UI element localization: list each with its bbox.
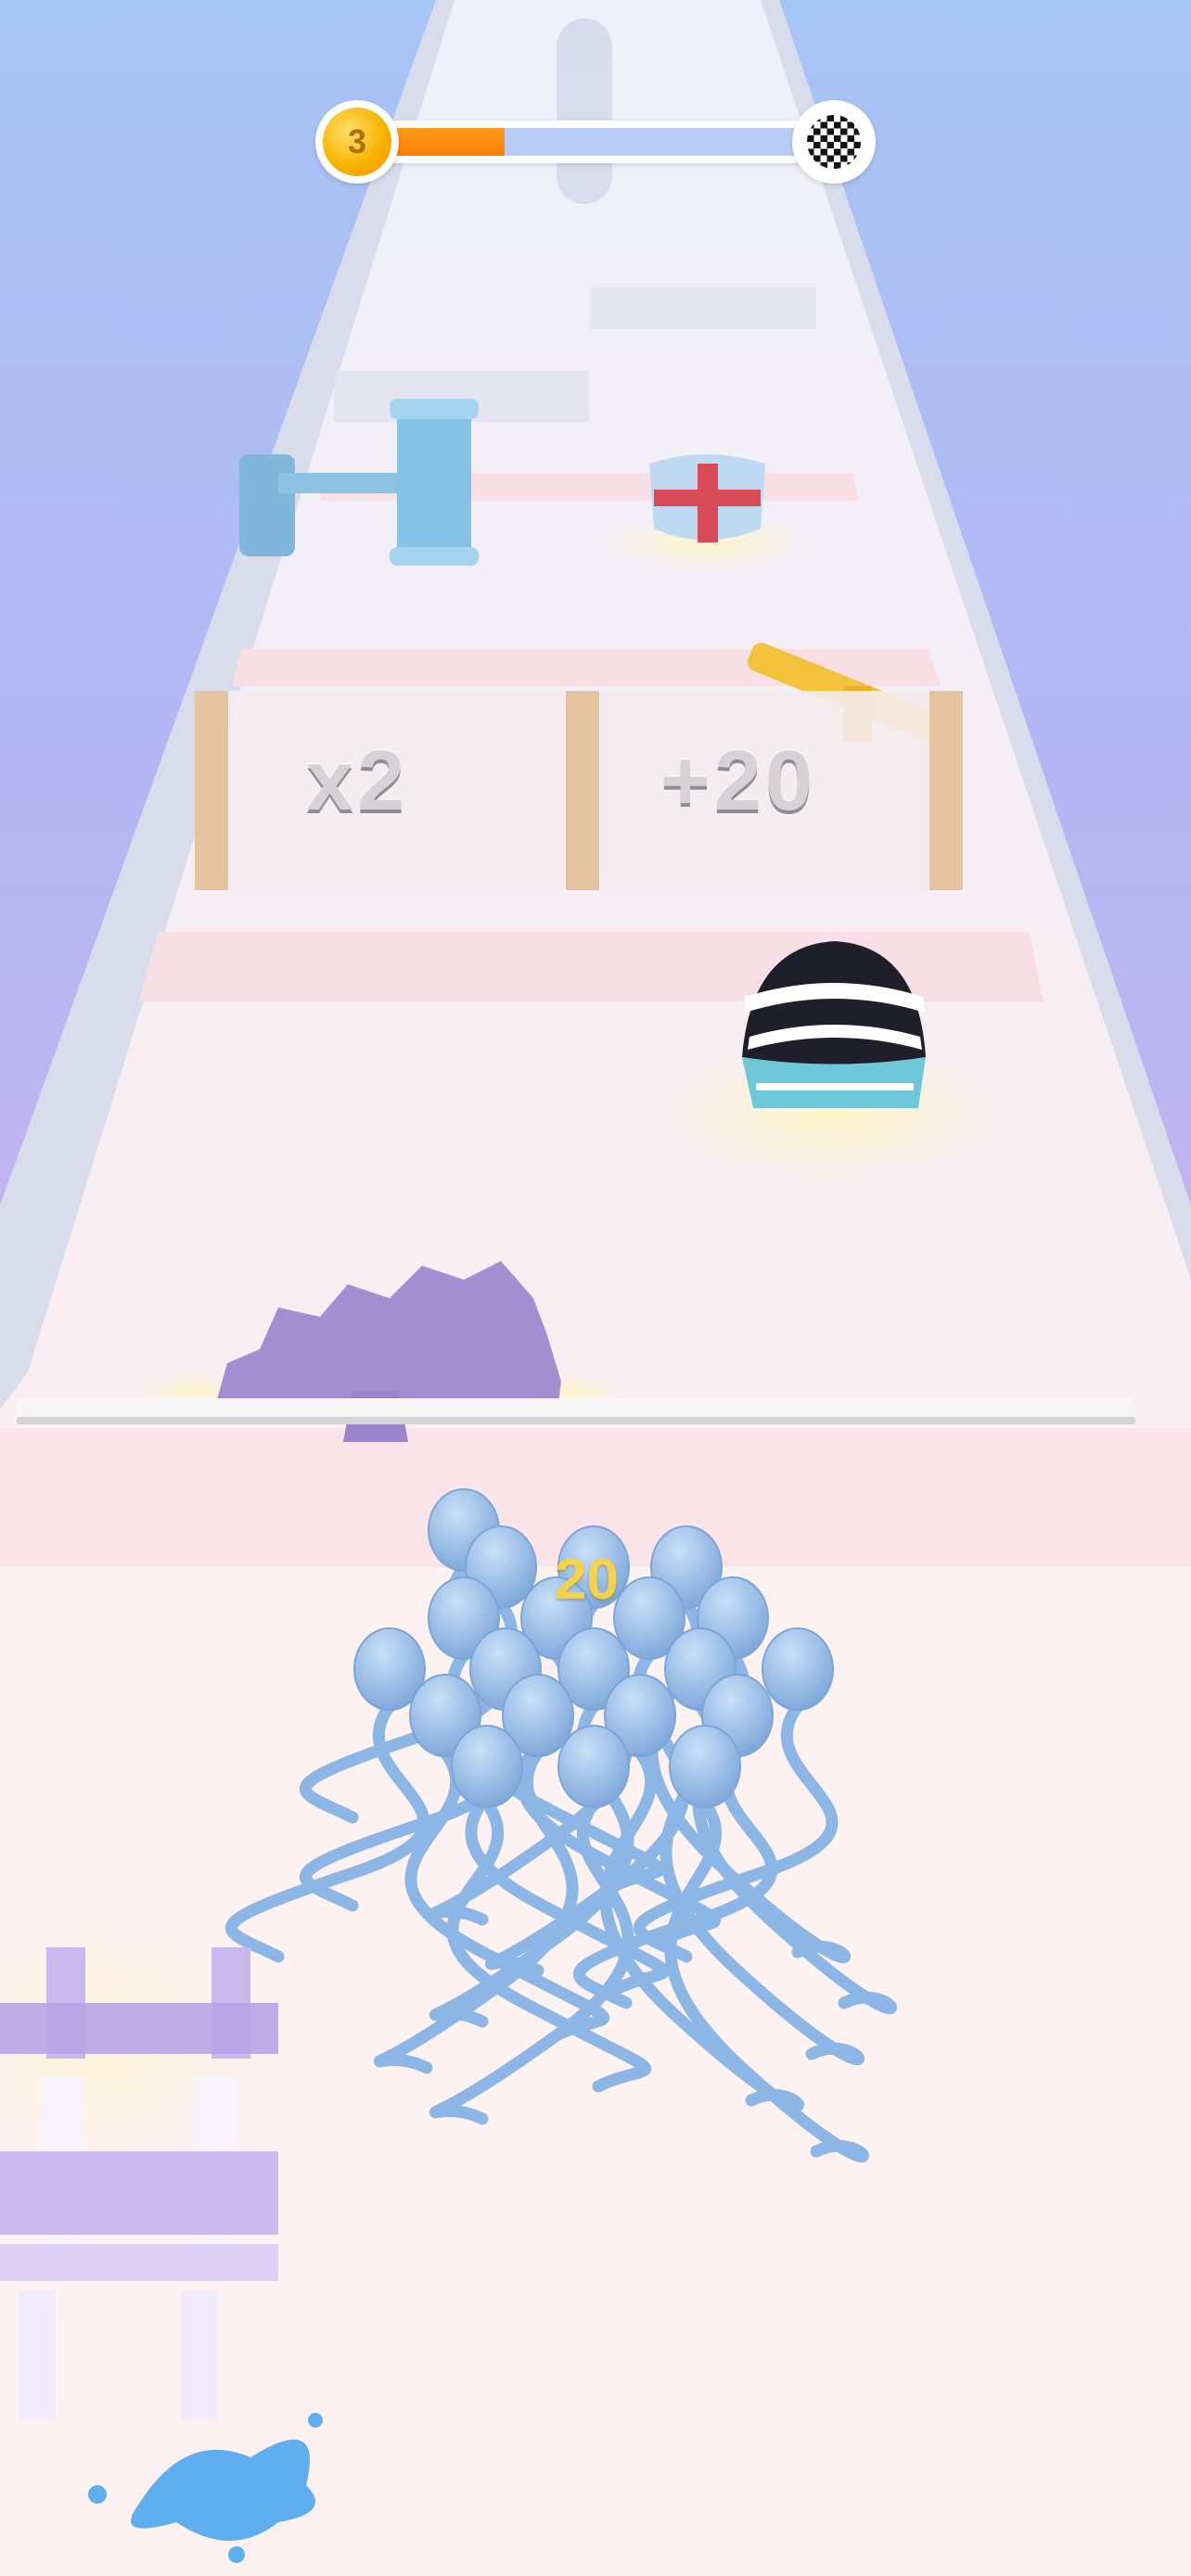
level-badge-icon: 3 [315,100,399,184]
crowd-count: 20 [555,1548,619,1612]
runner [669,1725,741,1808]
gate-right-label: +20 [660,733,817,828]
game-scene [0,0,1191,2576]
gate-left-label: x2 [306,733,409,828]
level-progress-hud: 3 [315,100,876,184]
runner [762,1627,834,1711]
runner [451,1725,523,1808]
progress-track [352,121,835,163]
finish-flag-icon [792,100,876,184]
level-number: 3 [323,108,391,176]
runner [557,1725,630,1808]
